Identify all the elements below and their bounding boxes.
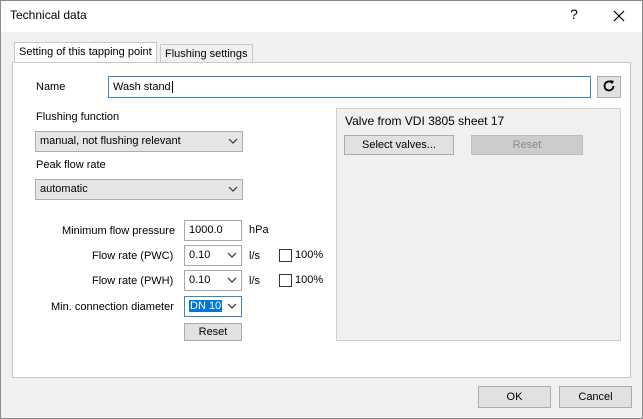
close-button[interactable]	[604, 4, 634, 28]
name-value: Wash stand	[113, 81, 171, 93]
refresh-icon	[603, 80, 615, 92]
cancel-button[interactable]: Cancel	[559, 386, 632, 408]
window-title: Technical data	[10, 8, 87, 22]
peak-flow-label: Peak flow rate	[36, 159, 106, 171]
reset-button[interactable]: Reset	[184, 323, 242, 341]
min-flow-pressure-input[interactable]: 1000.0	[184, 220, 242, 241]
min-flow-pressure-value: 1000.0	[189, 224, 223, 236]
flushing-function-value: manual, not flushing relevant	[40, 135, 181, 147]
help-button[interactable]: ?	[566, 6, 582, 26]
min-flow-pressure-unit: hPa	[249, 224, 269, 236]
flushing-function-label: Flushing function	[36, 111, 120, 123]
chevron-down-icon	[227, 252, 237, 258]
peak-flow-select[interactable]: automatic	[35, 179, 243, 200]
flow-pwc-label: Flow rate (PWC)	[92, 250, 174, 262]
title-bar	[0, 0, 643, 32]
min-conn-label: Min. connection diameter	[51, 301, 174, 313]
close-icon	[613, 10, 625, 22]
name-input[interactable]: Wash stand	[108, 76, 591, 98]
select-valves-button[interactable]: Select valves...	[344, 135, 454, 155]
valve-reset-button[interactable]: Reset	[471, 135, 583, 155]
flow-pwc-100-label: 100%	[295, 249, 324, 261]
flow-pwh-100-checkbox[interactable]	[279, 274, 292, 287]
tab-setting-tapping-point[interactable]: Setting of this tapping point	[14, 42, 157, 64]
min-flow-pressure-label: Minimum flow pressure	[62, 225, 176, 237]
flow-pwc-unit: l/s	[249, 250, 260, 262]
flow-pwc-100-checkbox[interactable]	[279, 249, 292, 262]
name-label: Name	[36, 81, 66, 93]
chevron-down-icon	[227, 277, 237, 283]
chevron-down-icon	[228, 138, 238, 144]
flow-pwh-unit: l/s	[249, 275, 260, 287]
flow-pwh-select[interactable]: 0.10	[184, 270, 242, 291]
ok-button[interactable]: OK	[478, 386, 551, 408]
flushing-function-select[interactable]: manual, not flushing relevant	[35, 131, 243, 152]
flow-pwh-100-label: 100%	[295, 274, 324, 286]
peak-flow-value: automatic	[40, 183, 88, 195]
min-conn-value: DN 10	[189, 300, 223, 312]
refresh-button[interactable]	[597, 76, 621, 98]
tab-flushing-settings[interactable]: Flushing settings	[160, 44, 253, 64]
flow-pwc-select[interactable]: 0.10	[184, 245, 242, 266]
flow-pwh-value: 0.10	[189, 274, 211, 286]
flow-pwc-value: 0.10	[189, 249, 211, 261]
chevron-down-icon	[228, 186, 238, 192]
tab-label: Setting of this tapping point	[19, 46, 152, 58]
flow-pwh-label: Flow rate (PWH)	[92, 275, 174, 287]
chevron-down-icon	[227, 303, 237, 309]
valve-group-title: Valve from VDI 3805 sheet 17	[345, 114, 505, 128]
min-conn-select[interactable]: DN 10	[184, 296, 242, 317]
tab-label: Flushing settings	[165, 48, 248, 60]
